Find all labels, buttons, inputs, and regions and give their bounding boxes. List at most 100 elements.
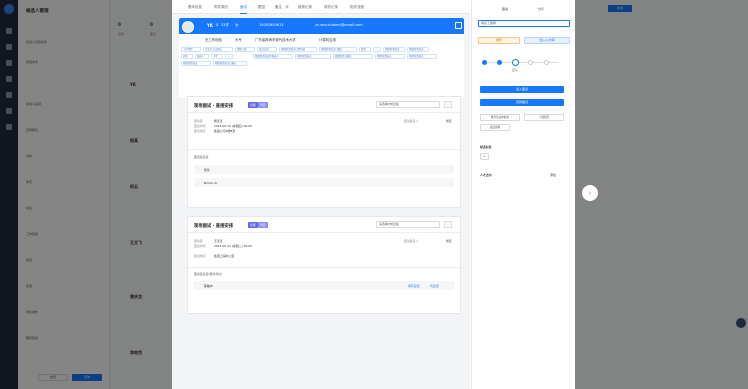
tab-interview[interactable]: 面试: [240, 5, 247, 14]
position-select[interactable]: 购买工程师: [478, 20, 570, 27]
interview-status-badge: 待定: [258, 102, 268, 108]
chat-icon[interactable]: [736, 318, 746, 328]
field-value: 2024-06-20 (星期四) 09:00: [214, 124, 252, 128]
tab-recommend[interactable]: 推荐记录: [298, 5, 312, 10]
talent-section-title: 人才去向: [480, 173, 492, 177]
recommend-button[interactable]: 推荐: [478, 37, 520, 44]
interview-status-badge: 待定: [258, 222, 268, 228]
field-value: 张某: [446, 239, 452, 243]
interview-pane: YK ♀ 33岁 女 15051654613 yk.dev.student@em…: [172, 14, 470, 389]
recommend-other-button[interactable]: 推荐给其他职位: [480, 114, 520, 121]
tag: 工作经验: [181, 47, 201, 52]
field-value: 2024-06-04 (星期二) 09:00: [214, 244, 252, 248]
field-label: 面试地点: [194, 129, 206, 133]
modal-tabs: 基本信息 附件简历 面试 跟进 备注 0 推荐记录 操作记录 相关流程: [172, 0, 470, 14]
follow-tab[interactable]: 跟进: [502, 7, 508, 11]
fill-feedback-link[interactable]: 填写反馈: [408, 284, 420, 288]
share-tab[interactable]: 分享: [538, 7, 544, 11]
tag: 期望薪资面议: [375, 54, 405, 59]
position-value: 购买工程师: [481, 21, 497, 25]
notes-count: 0: [285, 5, 290, 9]
field-label: 面试联系人: [404, 119, 419, 123]
edit-icon[interactable]: [455, 22, 462, 29]
interview-title: 现场面试 · 直接安排: [194, 104, 233, 109]
candidate-email: yk.dev.student@email.com: [315, 23, 363, 27]
field-value: 杨某某: [214, 119, 223, 123]
tag: 期望薪资面议: [407, 47, 429, 52]
field-label: 面试官: [194, 119, 203, 123]
interview-round-badge: 初面: [248, 102, 258, 108]
talent-pool-button[interactable]: 加入人才库: [524, 37, 570, 44]
tag: 面试交流: [257, 47, 277, 52]
interview-card: 现场面试 · 直接安排 复面 待定 请选择(未反馈) ··· 面试官 王某某 面…: [187, 216, 461, 314]
more-button[interactable]: ···: [444, 101, 452, 108]
send-reminder-button[interactable]: 发送提醒: [480, 124, 510, 131]
candidate-gender: 女: [235, 23, 239, 27]
tag: ...: [373, 47, 381, 52]
talent-add-link[interactable]: 添加: [550, 173, 556, 177]
action-panel: 跟进 分享 购买工程师 推荐 加入人才库 面试 进入面试 安排面试 推荐给其他职…: [471, 0, 575, 389]
candidate-modal: 基本信息 附件简历 面试 跟进 备注 0 推荐记录 操作记录 相关流程 YK ♀…: [172, 0, 575, 389]
divider: [188, 112, 460, 113]
step-dot-done: [497, 60, 502, 65]
field-value: 张某: [446, 119, 452, 123]
tab-follow[interactable]: 跟进: [258, 5, 265, 10]
interview-round-badge: 复面: [248, 222, 258, 228]
divider: [188, 267, 460, 268]
divider: [188, 149, 460, 150]
next-candidate-button[interactable]: ›: [582, 185, 598, 201]
tag: 其他: [359, 47, 371, 52]
candidate-phone: 15051654613: [259, 23, 284, 27]
avatar: [182, 21, 194, 33]
tag: 期望薪资已确认: [333, 54, 373, 59]
feedback-select[interactable]: 请选择(未反馈): [376, 221, 440, 228]
tag: 期望入职: [235, 47, 255, 52]
interview-title: 现场面试 · 直接安排: [194, 224, 233, 229]
tab-resume[interactable]: 附件简历: [214, 5, 228, 10]
tag: 毕业生对口职位: [203, 47, 233, 52]
proxy-feedback-link[interactable]: 代反馈: [430, 284, 439, 288]
step-dot-current: [512, 59, 519, 66]
feedback-row[interactable]: Nicole Vo ›: [194, 178, 454, 187]
tag: 其他: [181, 54, 193, 59]
school: 广东省珠海市现代技术大学: [255, 38, 296, 42]
tab-logs[interactable]: 操作记录: [324, 5, 338, 10]
field-value: 集团公司4楼B室: [214, 129, 236, 133]
feedback-section-title: 面试官反馈: [194, 155, 209, 159]
tag: 期望薪资面议的候选人: [253, 54, 293, 59]
field-label: 面试时间: [194, 244, 206, 248]
download-resume-button[interactable]: 下载简历: [524, 114, 564, 121]
add-tag-button[interactable]: +: [480, 153, 489, 160]
interview-card: 现场面试 · 直接安排 初面 待定 请选择(未反馈) ··· 面试官 杨某某 面…: [187, 96, 461, 208]
tab-basic[interactable]: 基本信息: [188, 5, 202, 10]
field-label: 面试时间: [194, 124, 206, 128]
feedback-row[interactable]: 张某 ›: [194, 165, 454, 174]
field-label: 面试官: [194, 239, 203, 243]
field-label: 面试联系人: [404, 239, 419, 243]
feedback-select[interactable]: 请选择(未反馈): [376, 101, 440, 108]
tag: 期望薪资面议: [181, 61, 211, 66]
tag: ...: [225, 54, 233, 59]
profile-card: YK ♀ 33岁 女 15051654613 yk.dev.student@em…: [179, 18, 464, 98]
tag: 小学: [211, 54, 223, 59]
interviewer-name: 张某: [204, 168, 210, 172]
tag: 期望薪资面议: [383, 47, 405, 52]
step-dot: [528, 60, 533, 65]
gender-icon: ♀: [216, 23, 219, 27]
candidate-age: 33岁: [221, 23, 229, 27]
more-button[interactable]: ···: [444, 221, 452, 228]
enter-interview-button[interactable]: 进入面试: [480, 86, 564, 93]
interviewer-name: 陈敏JB: [204, 284, 213, 288]
field-label: 面试地点: [194, 254, 206, 258]
major: 计算机应用: [319, 38, 336, 42]
schedule-interview-button[interactable]: 安排面试: [480, 99, 564, 106]
degree: 大专: [235, 38, 242, 42]
chevron-right-icon: ›: [449, 168, 451, 172]
feedback-row: 陈敏JB 填写反馈 代反馈: [194, 281, 454, 290]
tab-notes[interactable]: 备注: [275, 5, 282, 10]
tag: 期望薪资面议已确认: [319, 47, 357, 52]
tag-section-title: 候选标签: [480, 145, 492, 149]
tab-process[interactable]: 相关流程: [350, 5, 364, 10]
work-exp: 无工作经验: [205, 38, 222, 42]
chevron-right-icon: ›: [449, 181, 451, 185]
